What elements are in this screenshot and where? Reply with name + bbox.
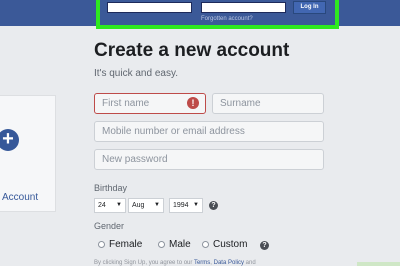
help-icon[interactable]: ?	[260, 241, 269, 250]
birthday-month-value: Aug	[132, 202, 145, 209]
login-button[interactable]: Log In	[293, 1, 326, 14]
gender-male-radio[interactable]	[158, 241, 165, 248]
gender-female-label[interactable]: Female	[109, 239, 142, 250]
surname-field[interactable]: Surname	[212, 93, 324, 114]
terms-link[interactable]: Terms	[194, 260, 210, 266]
forgotten-account-link[interactable]: Forgotten account?	[201, 16, 253, 22]
chevron-down-icon: ▼	[116, 202, 122, 208]
gender-custom-radio[interactable]	[202, 241, 209, 248]
chevron-down-icon: ▼	[193, 202, 199, 208]
mobile-or-email-field[interactable]: Mobile number or email address	[94, 121, 324, 142]
gender-male-label[interactable]: Male	[169, 239, 191, 250]
fine-print-text: By clicking Sign Up, you agree to our	[94, 260, 193, 266]
page-subtitle: It's quick and easy.	[94, 68, 178, 79]
new-password-field[interactable]: New password	[94, 149, 324, 170]
data-policy-link[interactable]: Data Policy	[214, 260, 244, 266]
gender-female-radio[interactable]	[98, 241, 105, 248]
gender-custom-label[interactable]: Custom	[213, 239, 247, 250]
birthday-year-select[interactable]: 1994 ▼	[169, 198, 203, 213]
birthday-year-value: 1994	[173, 202, 189, 209]
birthday-month-select[interactable]: Aug ▼	[128, 198, 164, 213]
error-icon: !	[187, 97, 199, 109]
terms-fine-print: By clicking Sign Up, you agree to our Te…	[94, 260, 256, 266]
help-icon[interactable]: ?	[209, 201, 218, 210]
fine-print-and: and	[245, 260, 256, 266]
birthday-label: Birthday	[94, 183, 128, 193]
login-password-input[interactable]	[201, 2, 286, 13]
top-navigation-bar: Log In Forgotten account?	[0, 0, 400, 29]
signup-button-edge[interactable]	[357, 262, 400, 266]
birthday-day-value: 24	[98, 202, 106, 209]
account-label[interactable]: Account	[2, 192, 38, 203]
chevron-down-icon: ▼	[154, 202, 160, 208]
birthday-day-select[interactable]: 24 ▼	[94, 198, 126, 213]
login-email-input[interactable]	[107, 2, 192, 13]
page-title: Create a new account	[94, 40, 290, 61]
gender-label: Gender	[94, 221, 125, 231]
